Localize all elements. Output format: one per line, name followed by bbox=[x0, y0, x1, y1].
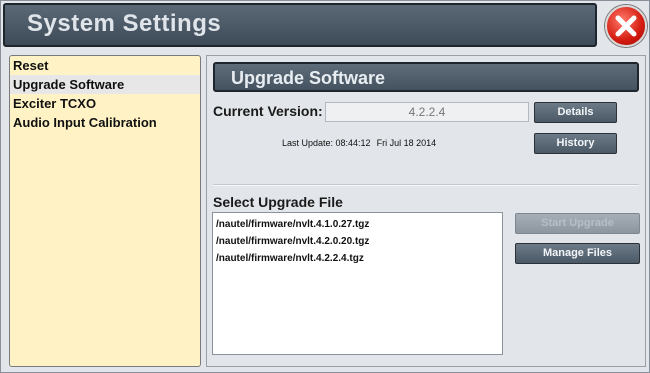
history-button[interactable]: History bbox=[534, 133, 617, 154]
details-button[interactable]: Details bbox=[534, 102, 617, 123]
start-upgrade-button[interactable]: Start Upgrade bbox=[515, 213, 640, 234]
system-settings-window: System Settings Reset Upgrade Software E… bbox=[0, 0, 650, 373]
menu-item-reset[interactable]: Reset bbox=[10, 56, 200, 75]
menu-item-audio-input-calibration[interactable]: Audio Input Calibration bbox=[10, 113, 200, 132]
settings-menu: Reset Upgrade Software Exciter TCXO Audi… bbox=[9, 55, 201, 367]
upgrade-software-panel: Upgrade Software Current Version: 4.2.2.… bbox=[206, 55, 646, 367]
last-update: Last Update: 08:44:12 Fri Jul 18 2014 bbox=[282, 138, 436, 148]
last-update-date: Fri Jul 18 2014 bbox=[376, 138, 437, 148]
select-upgrade-file-label: Select Upgrade File bbox=[213, 194, 343, 210]
close-button[interactable] bbox=[605, 5, 647, 47]
upgrade-file-list[interactable]: /nautel/firmware/nvlt.4.1.0.27.tgz /naut… bbox=[212, 212, 503, 355]
window-title: System Settings bbox=[27, 10, 222, 37]
section-title: Upgrade Software bbox=[231, 68, 386, 88]
close-icon bbox=[615, 15, 637, 37]
file-item[interactable]: /nautel/firmware/nvlt.4.1.0.27.tgz bbox=[213, 216, 502, 233]
section-header: Upgrade Software bbox=[213, 62, 639, 92]
title-bar: System Settings bbox=[3, 3, 597, 47]
current-version-label: Current Version: bbox=[213, 103, 323, 119]
menu-item-upgrade-software[interactable]: Upgrade Software bbox=[10, 75, 200, 94]
file-item[interactable]: /nautel/firmware/nvlt.4.2.0.20.tgz bbox=[213, 233, 502, 250]
file-item[interactable]: /nautel/firmware/nvlt.4.2.2.4.tgz bbox=[213, 250, 502, 267]
last-update-label: Last Update: 08:44:12 bbox=[282, 138, 371, 148]
divider bbox=[213, 184, 639, 186]
current-version-field: 4.2.2.4 bbox=[325, 102, 529, 122]
menu-item-exciter-tcxo[interactable]: Exciter TCXO bbox=[10, 94, 200, 113]
manage-files-button[interactable]: Manage Files bbox=[515, 243, 640, 264]
